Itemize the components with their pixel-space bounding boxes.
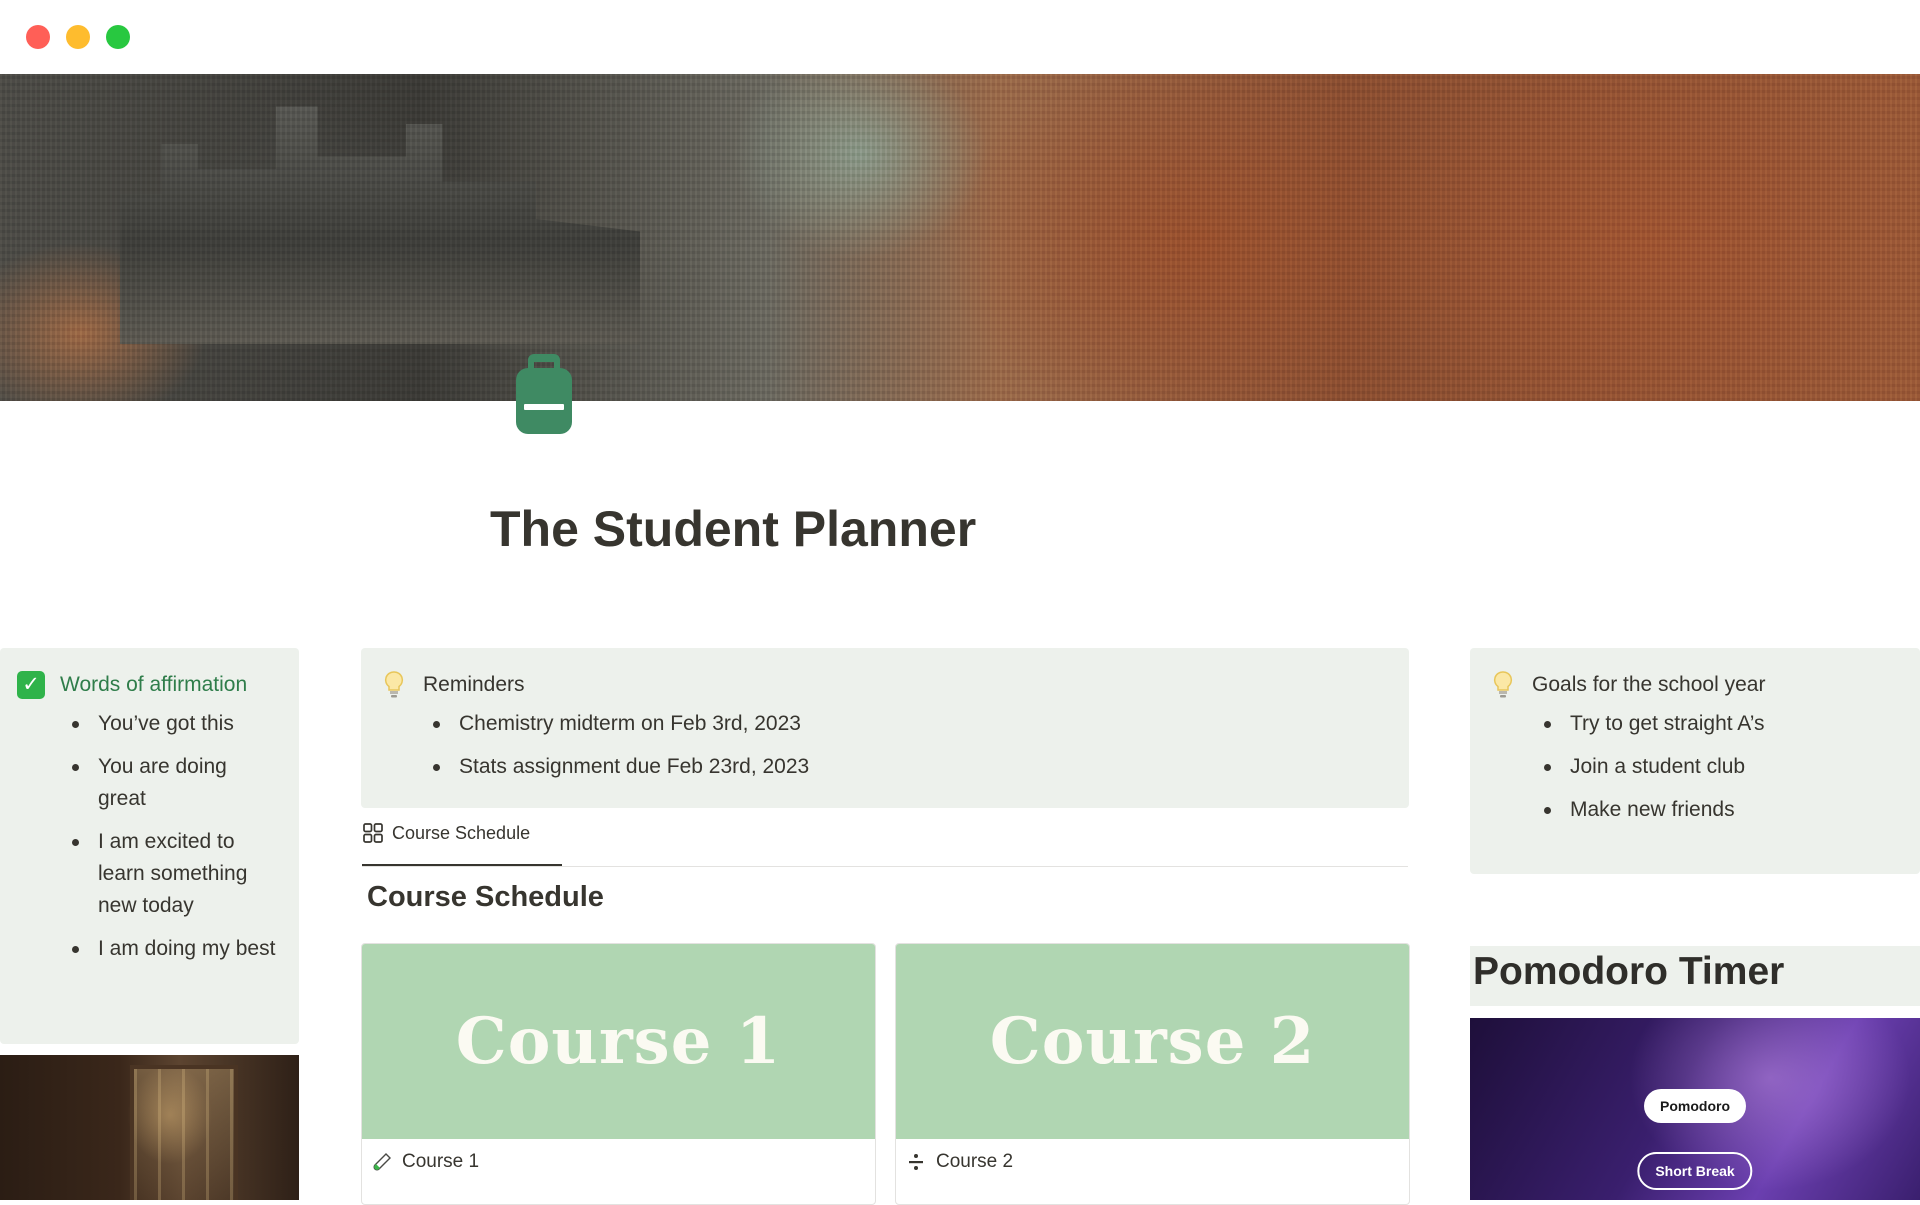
- reminders-heading: Reminders: [423, 673, 525, 696]
- goals-list: Try to get straight A’s Join a student c…: [1544, 708, 1900, 837]
- goals-heading: Goals for the school year: [1532, 673, 1766, 696]
- affirmation-heading: Words of affirmation: [60, 673, 248, 696]
- window-titlebar: [0, 0, 1920, 74]
- tab-divider: [362, 866, 1408, 867]
- candle-window-image: [0, 1055, 299, 1200]
- card-footer: Course 2: [896, 1139, 1409, 1185]
- affirmation-header: ✓ Words of affirmation: [16, 670, 247, 700]
- lightbulb-icon: [1488, 670, 1518, 700]
- test-tube-icon: [372, 1152, 392, 1172]
- course-card[interactable]: Course 1 Course 1: [361, 943, 876, 1205]
- list-item: You are doing great: [72, 751, 278, 815]
- goals-header: Goals for the school year: [1488, 670, 1765, 700]
- gallery-view-icon: [362, 822, 384, 844]
- page-title[interactable]: The Student Planner: [490, 500, 976, 558]
- pomodoro-timer-widget: Pomodoro Short Break: [1470, 1018, 1920, 1200]
- card-cover: Course 2: [896, 944, 1409, 1139]
- reminders-list: Chemistry midterm on Feb 3rd, 2023 Stats…: [433, 708, 1359, 794]
- card-cover: Course 1: [362, 944, 875, 1139]
- minimize-window-button[interactable]: [66, 25, 90, 49]
- list-item: Chemistry midterm on Feb 3rd, 2023: [433, 708, 1359, 740]
- affirmation-callout: ✓ Words of affirmation You’ve got this Y…: [0, 648, 299, 1044]
- card-title: Course 1: [402, 1151, 480, 1172]
- short-break-button[interactable]: Short Break: [1637, 1152, 1753, 1190]
- tab-label: Course Schedule: [392, 822, 531, 843]
- course-schedule-heading[interactable]: Course Schedule: [367, 881, 604, 914]
- list-item: Join a student club: [1544, 751, 1900, 783]
- list-item: I am excited to learn something new toda…: [72, 826, 278, 922]
- page-cover-image[interactable]: [0, 74, 1920, 401]
- zoom-window-button[interactable]: [106, 25, 130, 49]
- pomodoro-mode-button[interactable]: Pomodoro: [1644, 1089, 1746, 1123]
- affirmation-list: You’ve got this You are doing great I am…: [72, 708, 278, 976]
- divide-icon: [906, 1152, 926, 1172]
- goals-callout: Goals for the school year Try to get str…: [1470, 648, 1920, 874]
- course-card[interactable]: Course 2 Course 2: [895, 943, 1410, 1205]
- card-title: Course 2: [936, 1151, 1014, 1172]
- list-item: I am doing my best: [72, 933, 278, 965]
- close-window-button[interactable]: [26, 25, 50, 49]
- pomodoro-heading[interactable]: Pomodoro Timer: [1473, 950, 1784, 994]
- reminders-callout: Reminders Chemistry midterm on Feb 3rd, …: [361, 648, 1409, 808]
- reminders-header: Reminders: [379, 670, 525, 700]
- lightbulb-icon: [379, 670, 409, 700]
- list-item: You’ve got this: [72, 708, 278, 740]
- list-item: Try to get straight A’s: [1544, 708, 1900, 740]
- backpack-icon[interactable]: [512, 350, 576, 436]
- tab-course-schedule[interactable]: Course Schedule: [362, 822, 530, 844]
- list-item: Stats assignment due Feb 23rd, 2023: [433, 751, 1359, 783]
- list-item: Make new friends: [1544, 794, 1900, 826]
- check-icon: ✓: [16, 670, 46, 700]
- card-footer: Course 1: [362, 1139, 875, 1185]
